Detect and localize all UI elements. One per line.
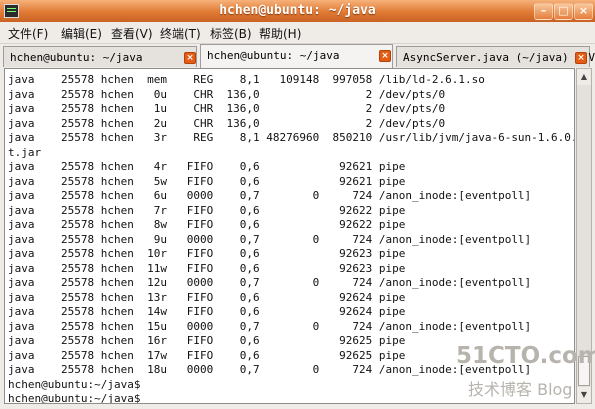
tab-terminal-1[interactable]: hchen@ubuntu: ~/java ×	[3, 46, 197, 67]
terminal-line: java 25578 hchen 14w FIFO 0,6 92624 pipe	[8, 305, 406, 318]
terminal-line: java 25578 hchen 1u CHR 136,0 2 /dev/pts…	[8, 102, 446, 115]
terminal-line: java 25578 hchen 2u CHR 136,0 2 /dev/pts…	[8, 116, 446, 130]
tab-terminal-2[interactable]: hchen@ubuntu: ~/java ×	[200, 44, 393, 69]
terminal-line: java 25578 hchen 11w FIFO 0,6 92623 pipe	[8, 261, 406, 275]
tab-label: hchen@ubuntu: ~/java	[10, 51, 143, 64]
close-icon[interactable]: ×	[574, 3, 593, 20]
scrollbar[interactable]: ▲ ▼	[576, 68, 592, 404]
scroll-up-icon[interactable]: ▲	[577, 69, 591, 85]
window-title: hchen@ubuntu: ~/java	[219, 3, 376, 18]
terminal-line: java 25578 hchen 17w FIFO 0,6 92625 pipe	[8, 348, 406, 362]
menu-view[interactable]: 查看(V)	[111, 25, 153, 42]
menu-tabs[interactable]: 标签(B)	[210, 25, 252, 42]
minimize-icon[interactable]: –	[534, 3, 553, 20]
menu-file[interactable]: 文件(F)	[8, 25, 48, 42]
title-bar[interactable]: hchen@ubuntu: ~/java – □ ×	[0, 0, 595, 22]
menu-terminal[interactable]: 终端(T)	[160, 25, 201, 42]
terminal-line: java 25578 hchen 7r FIFO 0,6 92622 pipe	[8, 203, 406, 217]
terminal-output[interactable]: java 25578 hchen mem REG 8,1 109148 9970…	[4, 68, 575, 404]
terminal-line: java 25578 hchen 12u 0000 0,7 0 724 /ano…	[8, 276, 532, 289]
tab-label: AsyncServer.java (~/java) - VIM	[403, 51, 595, 64]
menu-help[interactable]: 帮助(H)	[259, 25, 301, 42]
terminal-line: java 25578 hchen 3r REG 8,1 48276960 850…	[8, 131, 575, 144]
tab-vim[interactable]: AsyncServer.java (~/java) - VIM ×	[396, 46, 595, 67]
terminal-line: java 25578 hchen 4r FIFO 0,6 92621 pipe	[8, 160, 406, 173]
scroll-down-icon[interactable]: ▼	[577, 387, 591, 403]
maximize-icon[interactable]: □	[554, 3, 573, 20]
terminal-line: java 25578 hchen 0u CHR 136,0 2 /dev/pts…	[8, 87, 446, 101]
close-icon[interactable]: ×	[379, 50, 391, 62]
tab-label: hchen@ubuntu: ~/java	[207, 49, 340, 62]
scroll-thumb[interactable]	[578, 356, 590, 386]
close-icon[interactable]: ×	[184, 52, 196, 64]
terminal-window: hchen@ubuntu: ~/java – □ × 文件(F) 编辑(E) 查…	[0, 0, 595, 409]
close-icon[interactable]: ×	[575, 52, 587, 64]
terminal-line: java 25578 hchen 6u 0000 0,7 0 724 /anon…	[8, 189, 532, 202]
terminal-line: java 25578 hchen 16r FIFO 0,6 92625 pipe	[8, 334, 406, 347]
terminal-line: hchen@ubuntu:~/java$	[8, 377, 141, 391]
tab-strip: hchen@ubuntu: ~/java × hchen@ubuntu: ~/j…	[0, 44, 595, 69]
terminal-line: java 25578 hchen 10r FIFO 0,6 92623 pipe	[8, 247, 406, 260]
terminal-line: java 25578 hchen mem REG 8,1 109148 9970…	[8, 73, 485, 86]
terminal-line: hchen@ubuntu:~/java$	[8, 392, 141, 404]
menu-edit[interactable]: 编辑(E)	[61, 25, 102, 42]
menu-bar: 文件(F) 编辑(E) 查看(V) 终端(T) 标签(B) 帮助(H)	[0, 22, 595, 44]
terminal-line: java 25578 hchen 8w FIFO 0,6 92622 pipe	[8, 218, 406, 231]
terminal-line: java 25578 hchen 18u 0000 0,7 0 724 /ano…	[8, 363, 532, 376]
terminal-line: java 25578 hchen 13r FIFO 0,6 92624 pipe	[8, 290, 406, 304]
terminal-line: java 25578 hchen 15u 0000 0,7 0 724 /ano…	[8, 319, 532, 333]
terminal-line: java 25578 hchen 5w FIFO 0,6 92621 pipe	[8, 174, 406, 188]
terminal-line: t.jar	[8, 145, 42, 159]
terminal-line: java 25578 hchen 9u 0000 0,7 0 724 /anon…	[8, 232, 532, 246]
